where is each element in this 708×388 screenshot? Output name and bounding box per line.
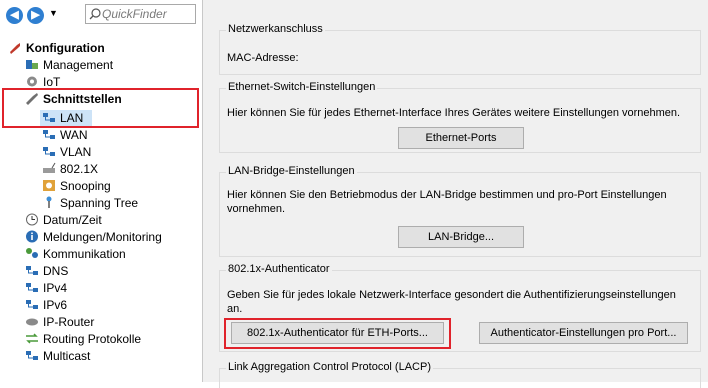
group-title: LAN-Bridge-Einstellungen: [226, 165, 357, 177]
tools-icon: [26, 93, 38, 105]
navigation-panel: ◀ ▶ ▼ QuickFinder Konfiguration Manageme…: [0, 0, 203, 382]
gear-icon: [27, 76, 37, 87]
tree-item-snooping[interactable]: Snooping: [42, 178, 111, 194]
group-netzwerkanschluss: Netzwerkanschluss MAC-Adresse:: [219, 23, 701, 75]
tree-item-iot[interactable]: IoT: [25, 74, 60, 90]
group-title: 802.1x-Authenticator: [226, 263, 332, 275]
network-icon: [26, 266, 38, 275]
vlan-icon: [43, 147, 55, 156]
wrench-icon: [10, 43, 20, 54]
management-icon: [26, 60, 38, 69]
group-description-line1: Hier können Sie den Betriebmodus der LAN…: [227, 189, 667, 201]
group-description-line2: vornehmen.: [227, 203, 286, 215]
group-description: Hier können Sie für jedes Ethernet-Inter…: [227, 107, 681, 119]
settings-area: Netzwerkanschluss MAC-Adresse: Ethernet-…: [211, 0, 708, 388]
tree-item-meldungen[interactable]: Meldungen/Monitoring: [25, 229, 162, 245]
search-placeholder: QuickFinder: [102, 7, 167, 21]
tree-item-datum-zeit[interactable]: Datum/Zeit: [25, 212, 102, 228]
tree-item-dns[interactable]: DNS: [25, 263, 68, 279]
802-icon: [43, 162, 56, 173]
info-icon: [26, 230, 38, 243]
wan-icon: [43, 130, 55, 139]
clock-icon: [26, 213, 38, 226]
network-icon: [26, 300, 38, 309]
group-title: Ethernet-Switch-Einstellungen: [226, 81, 378, 93]
tree-item-ipv4[interactable]: IPv4: [25, 280, 67, 296]
tree-item-kommunikation[interactable]: Kommunikation: [25, 246, 126, 262]
group-title: Link Aggregation Control Protocol (LACP): [226, 361, 433, 373]
lan-bridge-button[interactable]: LAN-Bridge...: [398, 226, 524, 248]
tree-item-ipv6[interactable]: IPv6: [25, 297, 67, 313]
group-ethernet-switch: Ethernet-Switch-Einstellungen Hier könne…: [219, 81, 701, 153]
authenticator-per-port-button[interactable]: Authenticator-Einstellungen pro Port...: [479, 322, 688, 344]
snooping-icon: [43, 180, 55, 191]
group-title: Netzwerkanschluss: [226, 23, 325, 35]
mac-address-label: MAC-Adresse:: [227, 52, 299, 64]
routing-icon: [26, 333, 38, 344]
tree-item-konfiguration[interactable]: Konfiguration: [8, 40, 105, 56]
group-lacp: Link Aggregation Control Protocol (LACP): [219, 361, 701, 388]
group-8021x-authenticator: 802.1x-Authenticator Geben Sie für jedes…: [219, 263, 701, 352]
forward-button[interactable]: ▶: [27, 7, 44, 24]
authenticator-eth-ports-button[interactable]: 802.1x-Authenticator für ETH-Ports...: [231, 322, 444, 344]
group-lan-bridge: LAN-Bridge-Einstellungen Hier können Sie…: [219, 165, 701, 257]
history-dropdown-icon[interactable]: ▼: [49, 8, 58, 18]
back-button[interactable]: ◀: [6, 7, 23, 24]
network-icon: [26, 351, 38, 360]
ethernet-ports-button[interactable]: Ethernet-Ports: [398, 127, 524, 149]
group-description-line2: an.: [227, 303, 243, 315]
search-icon: [89, 8, 101, 20]
quickfinder-search[interactable]: QuickFinder: [85, 4, 196, 24]
content-panel: Netzwerkanschluss MAC-Adresse: Ethernet-…: [203, 0, 708, 388]
tree-item-schnittstellen[interactable]: Schnittstellen: [25, 91, 122, 107]
tree-item-routing-protokolle[interactable]: Routing Protokolle: [25, 331, 141, 347]
tree-item-8021x[interactable]: 802.1X: [42, 161, 98, 177]
tree-item-multicast[interactable]: Multicast: [25, 348, 90, 364]
spanning-tree-icon: [46, 196, 52, 208]
tree-item-lan[interactable]: LAN: [42, 110, 83, 126]
tree-item-vlan[interactable]: VLAN: [42, 144, 91, 160]
network-icon: [26, 283, 38, 292]
communication-icon: [26, 248, 38, 258]
router-icon: [26, 318, 38, 326]
group-description-line1: Geben Sie für jedes lokale Netzwerk-Inte…: [227, 289, 676, 301]
tree-item-ip-router[interactable]: IP-Router: [25, 314, 94, 330]
tree-item-management[interactable]: Management: [25, 57, 113, 73]
tree-item-wan[interactable]: WAN: [42, 127, 88, 143]
lan-icon: [43, 113, 55, 122]
tree-item-spanning-tree[interactable]: Spanning Tree: [42, 195, 138, 211]
